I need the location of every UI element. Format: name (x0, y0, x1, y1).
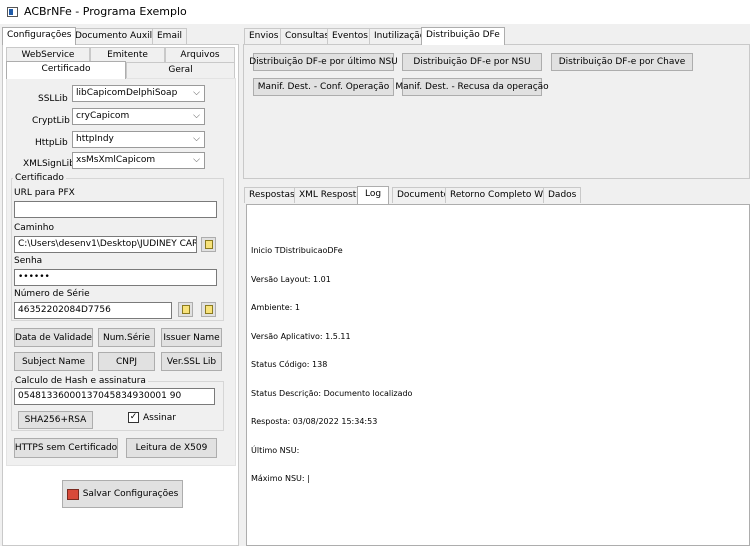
log-memo[interactable]: Inicio TDistribuicaoDFe Versão Layout: 1… (246, 204, 750, 546)
senha-input[interactable]: •••••• (14, 269, 217, 286)
num-serie-button[interactable]: Num.Série (98, 328, 155, 347)
tab-xml-resposta[interactable]: XML Resposta (294, 187, 367, 203)
app-icon (7, 7, 18, 17)
assinar-label: Assinar (143, 413, 176, 423)
chevron-down-icon: ⌵ (193, 155, 200, 165)
log-line: Resposta: 03/08/2022 15:34:53 (251, 417, 378, 426)
ssllib-select[interactable]: libCapicomDelphiSoap ⌵ (72, 85, 205, 102)
document-icon (204, 240, 213, 249)
httplib-value: httpIndy (76, 134, 114, 144)
tab-log[interactable]: Log (357, 186, 390, 204)
tab-dados[interactable]: Dados (543, 187, 582, 203)
chevron-down-icon: ⌵ (193, 134, 200, 144)
certificado-group-title: Certificado (13, 173, 66, 183)
log-line: Versão Layout: 1.01 (251, 274, 331, 284)
httplib-label: HttpLib (35, 138, 68, 148)
url-pfx-input[interactable] (14, 201, 217, 218)
log-line: Último NSU: (251, 445, 300, 455)
browse-caminho-button[interactable] (201, 237, 216, 252)
manif-conf-operacao-button[interactable]: Manif. Dest. - Conf. Operação (253, 78, 394, 96)
log-line: Status Código: 138 (251, 360, 328, 369)
subtab-certificado[interactable]: Certificado (6, 61, 126, 79)
log-line: Versão Aplicativo: 1.5.11 (251, 331, 351, 341)
issuer-name-button[interactable]: Issuer Name (161, 328, 222, 347)
log-text: Inicio TDistribuicaoDFe Versão Layout: 1… (251, 227, 412, 503)
title-bar: ACBrNFe - Programa Exemplo (0, 0, 750, 24)
xmlsignlib-value: xsMsXmlCapicom (76, 155, 156, 165)
ssllib-value: libCapicomDelphiSoap (76, 88, 178, 98)
distribuicao-por-nsu-button[interactable]: Distribuição DF-e por NSU (402, 53, 542, 71)
log-line: Inicio TDistribuicaoDFe (251, 246, 343, 255)
cryptlib-label: CryptLib (32, 116, 70, 126)
hash-input[interactable]: 05481336000137045834930001 90 (14, 388, 215, 405)
tab-envios[interactable]: Envios (244, 28, 284, 44)
salvar-configuracoes-label: Salvar Configurações (82, 489, 179, 499)
numero-serie-input[interactable]: 46352202084D7756 (14, 302, 172, 319)
cryptlib-value: cryCapicom (76, 111, 130, 121)
chevron-down-icon: ⌵ (193, 111, 200, 121)
tab-consultas[interactable]: Consultas (280, 28, 335, 44)
xmlsignlib-select[interactable]: xsMsXmlCapicom ⌵ (72, 152, 205, 169)
select-serie-button-2[interactable] (201, 302, 216, 317)
cryptlib-select[interactable]: cryCapicom ⌵ (72, 108, 205, 125)
subtab-arquivos[interactable]: Arquivos (165, 47, 235, 63)
leitura-x509-button[interactable]: Leitura de X509 (126, 438, 217, 458)
numero-serie-label: Número de Série (14, 289, 90, 299)
cnpj-button[interactable]: CNPJ (98, 352, 155, 371)
caminho-label: Caminho (14, 223, 54, 233)
ssllib-label: SSLLib (38, 94, 68, 104)
tab-eventos[interactable]: Eventos (327, 28, 373, 44)
subtab-geral[interactable]: Geral (126, 62, 235, 78)
tab-configuracoes[interactable]: Configurações (2, 27, 77, 45)
window-title: ACBrNFe - Programa Exemplo (24, 5, 187, 18)
distribuicao-ultimo-nsu-button[interactable]: Distribuição DF-e por último NSU (249, 53, 398, 71)
salvar-configuracoes-button[interactable]: Salvar Configurações (62, 480, 183, 508)
manif-recusa-operacao-button[interactable]: Manif. Dest. - Recusa da operação (395, 78, 549, 96)
log-line: Máximo NSU: | (251, 474, 310, 483)
select-serie-button[interactable] (178, 302, 193, 317)
document-icon (204, 305, 213, 314)
httplib-select[interactable]: httpIndy ⌵ (72, 131, 205, 148)
subject-name-button[interactable]: Subject Name (14, 352, 93, 371)
tab-email[interactable]: Email (152, 28, 187, 44)
sha256-rsa-button[interactable]: SHA256+RSA (18, 411, 93, 429)
tab-retorno-completo-ws[interactable]: Retorno Completo WS (445, 187, 554, 203)
xmlsignlib-label: XMLSignLib (23, 159, 75, 169)
tab-respostas[interactable]: Respostas (244, 187, 300, 203)
save-icon (66, 488, 79, 500)
senha-label: Senha (14, 256, 43, 266)
hash-group-title: Calculo de Hash e assinatura (13, 376, 148, 386)
distribuicao-por-chave-button[interactable]: Distribuição DF-e por Chave (551, 53, 693, 71)
log-line: Status Descrição: Documento localizado (251, 388, 413, 398)
log-line: Ambiente: 1 (251, 303, 300, 312)
data-validade-button[interactable]: Data de Validade (14, 328, 93, 347)
document-icon (181, 305, 190, 314)
ver-ssl-lib-button[interactable]: Ver.SSL Lib (161, 352, 222, 371)
url-pfx-label: URL para PFX (14, 188, 75, 198)
https-sem-certificado-button[interactable]: HTTPS sem Certificado (14, 438, 118, 458)
assinar-checkbox[interactable]: ✓ (128, 412, 139, 423)
caminho-input[interactable]: C:\Users\desenv1\Desktop\JUDINEY CARVALI (14, 236, 197, 253)
chevron-down-icon: ⌵ (193, 88, 200, 98)
tab-distribuicao-dfe[interactable]: Distribuição DFe (421, 27, 505, 45)
